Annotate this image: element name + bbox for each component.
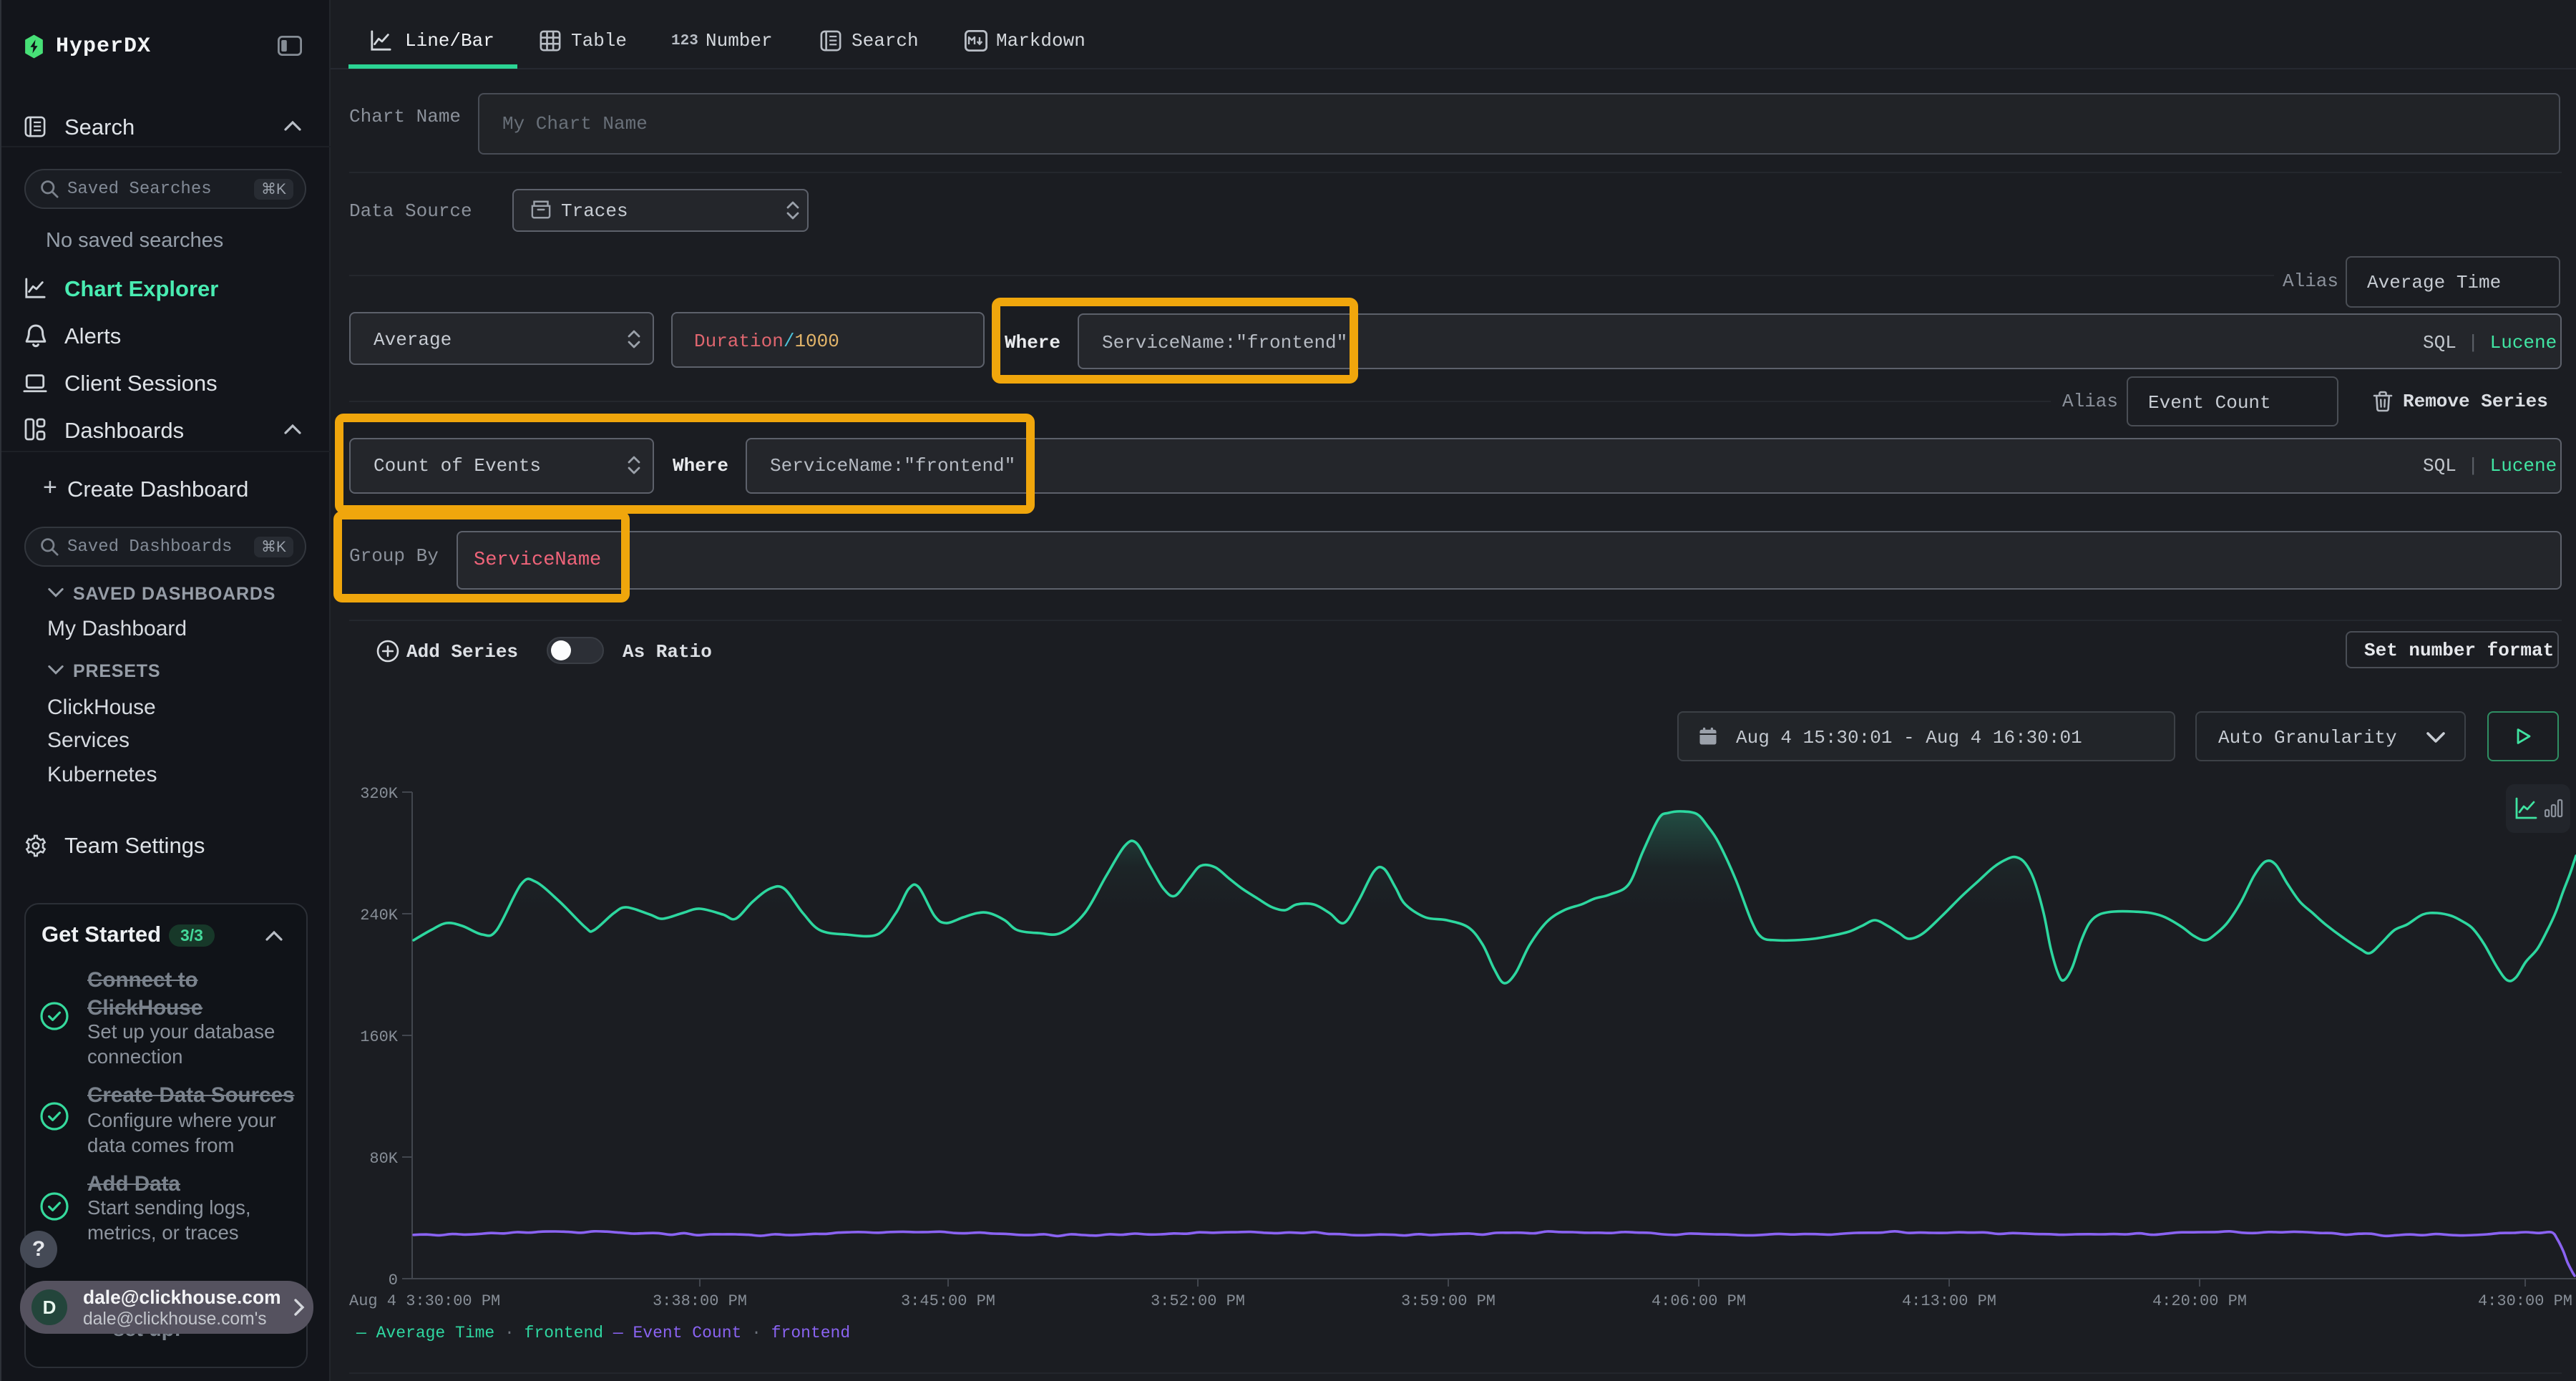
svg-text:0: 0	[389, 1272, 398, 1289]
svg-text:80K: 80K	[369, 1150, 398, 1168]
svg-text:4:06:00 PM: 4:06:00 PM	[1652, 1292, 1746, 1310]
svg-text:240K: 240K	[360, 907, 399, 924]
svg-text:4:13:00 PM: 4:13:00 PM	[1902, 1292, 1996, 1310]
svg-text:Aug 4 3:30:00 PM: Aug 4 3:30:00 PM	[349, 1292, 500, 1310]
svg-text:3:52:00 PM: 3:52:00 PM	[1151, 1292, 1245, 1310]
svg-text:160K: 160K	[360, 1028, 399, 1046]
svg-text:4:20:00 PM: 4:20:00 PM	[2152, 1292, 2247, 1310]
svg-text:320K: 320K	[360, 785, 399, 803]
svg-text:3:59:00 PM: 3:59:00 PM	[1401, 1292, 1496, 1310]
svg-text:3:38:00 PM: 3:38:00 PM	[653, 1292, 747, 1310]
svg-text:3:45:00 PM: 3:45:00 PM	[901, 1292, 995, 1310]
svg-text:4:30:00 PM: 4:30:00 PM	[2478, 1292, 2572, 1310]
